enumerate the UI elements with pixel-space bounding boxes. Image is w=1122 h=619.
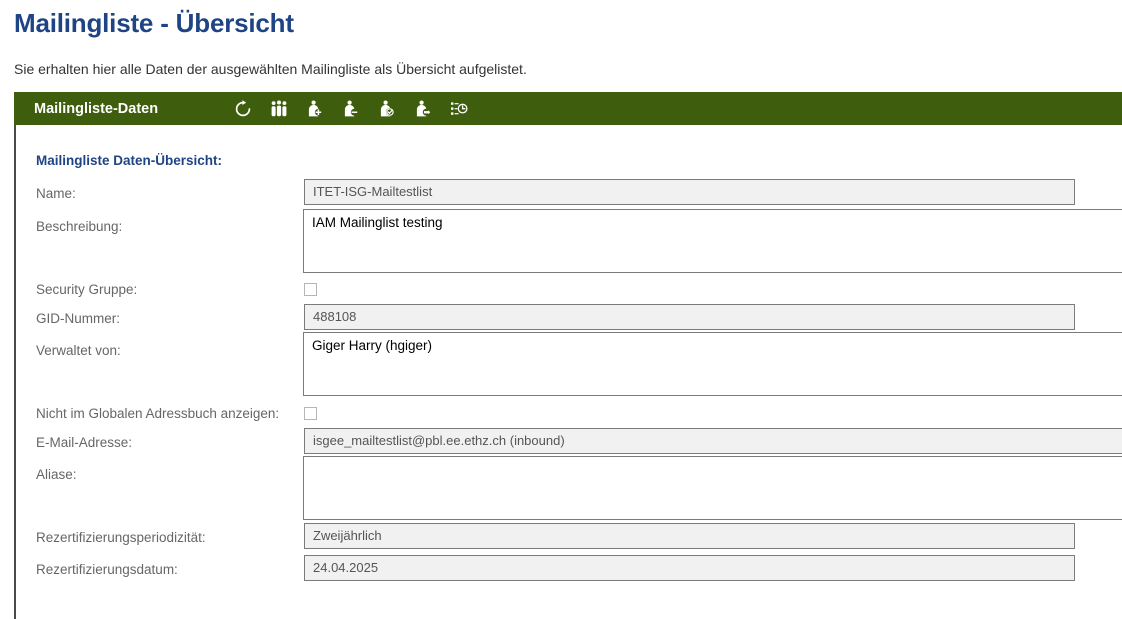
- label-rezert-periodizitaet: Rezertifizierungsperiodizität:: [36, 530, 206, 545]
- label-verwaltet-von: Verwaltet von:: [36, 343, 121, 358]
- certify-member-icon[interactable]: [376, 98, 398, 120]
- textarea-beschreibung[interactable]: IAM Mailinglist testing: [303, 209, 1122, 273]
- panel-toolbar: [232, 98, 470, 120]
- checkbox-security-gruppe[interactable]: [304, 283, 317, 296]
- refresh-icon[interactable]: [232, 98, 254, 120]
- label-beschreibung: Beschreibung:: [36, 219, 123, 234]
- page-subtitle: Sie erhalten hier alle Daten der ausgewä…: [14, 61, 527, 77]
- label-aliase: Aliase:: [36, 467, 77, 482]
- mailinglist-overview-page: Mailingliste - Übersicht Sie erhalten hi…: [0, 0, 1122, 619]
- panel-body: Mailingliste Daten-Übersicht: Name: ITET…: [14, 125, 1122, 619]
- checkbox-nicht-im-gab[interactable]: [304, 407, 317, 420]
- input-name[interactable]: ITET-ISG-Mailtestlist: [304, 179, 1075, 205]
- add-member-icon[interactable]: [304, 98, 326, 120]
- page-title: Mailingliste - Übersicht: [14, 8, 294, 38]
- members-group-icon[interactable]: [268, 98, 290, 120]
- input-gid-nummer[interactable]: 488108: [304, 304, 1075, 330]
- label-name: Name:: [36, 186, 76, 201]
- label-rezert-datum: Rezertifizierungsdatum:: [36, 562, 178, 577]
- label-gid-nummer: GID-Nummer:: [36, 311, 120, 326]
- panel-header: Mailingliste-Daten: [14, 92, 1122, 125]
- edit-member-icon[interactable]: [412, 98, 434, 120]
- input-rezert-periodizitaet[interactable]: Zweijährlich: [304, 523, 1075, 549]
- panel-header-title: Mailingliste-Daten: [34, 100, 159, 117]
- label-nicht-im-gab: Nicht im Globalen Adressbuch anzeigen:: [36, 406, 280, 421]
- label-email-adresse: E-Mail-Adresse:: [36, 435, 133, 450]
- textarea-aliase[interactable]: [303, 456, 1122, 520]
- section-title: Mailingliste Daten-Übersicht:: [36, 153, 223, 168]
- textarea-verwaltet-von[interactable]: Giger Harry (hgiger): [303, 332, 1122, 396]
- history-log-icon[interactable]: [448, 98, 470, 120]
- label-security-gruppe: Security Gruppe:: [36, 282, 138, 297]
- input-rezert-datum[interactable]: 24.04.2025: [304, 555, 1075, 581]
- input-email-adresse[interactable]: isgee_mailtestlist@pbl.ee.ethz.ch (inbou…: [304, 428, 1122, 454]
- remove-member-icon[interactable]: [340, 98, 362, 120]
